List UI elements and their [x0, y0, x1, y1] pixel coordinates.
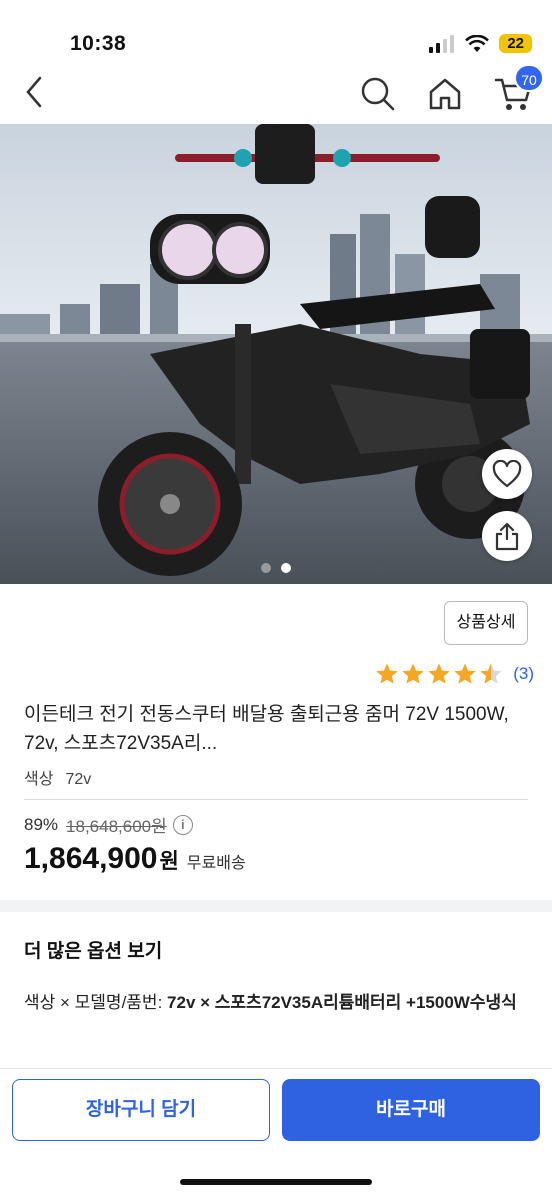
price-row: 1,864,900 원 무료배송 [24, 842, 246, 876]
option-summary[interactable]: 색상 × 모델명/품번: 72v × 스포츠72V35A리튬배터리 +1500W… [24, 988, 534, 1017]
search-button[interactable] [358, 74, 398, 114]
star-icon [376, 663, 398, 684]
search-icon [361, 77, 395, 111]
buy-now-button[interactable]: 바로구매 [282, 1079, 540, 1141]
home-button[interactable] [425, 74, 465, 114]
discount-row: 89% 18,648,600원 i [24, 812, 193, 837]
product-image-carousel[interactable] [0, 124, 552, 584]
option-summary-label: 색상 × 모델명/품번: [24, 993, 168, 1012]
home-indicator[interactable] [180, 1179, 372, 1185]
wifi-icon [465, 34, 490, 52]
status-time: 10:38 [70, 32, 127, 55]
option-summary-value: 72v × 스포츠72V35A리튬배터리 +1500W수냉식 [167, 993, 517, 1012]
discount-rate: 89% [24, 814, 59, 834]
currency-unit: 원 [159, 850, 179, 873]
divider [24, 799, 528, 800]
star-icon [428, 663, 450, 684]
star-icon [454, 663, 476, 684]
signal-icon [429, 34, 455, 53]
carousel-dot[interactable] [281, 563, 291, 573]
option-value: 72v [65, 771, 92, 788]
nav-bar: 70 [0, 62, 552, 124]
rating[interactable]: (3) [375, 662, 534, 686]
selected-option: 색상 72v [24, 765, 91, 789]
more-options-title[interactable]: 더 많은 옵션 보기 [24, 936, 162, 963]
add-to-cart-button[interactable]: 장바구니 담기 [12, 1079, 270, 1141]
product-image [0, 124, 552, 584]
star-icon [402, 663, 424, 684]
chevron-left-icon [26, 76, 42, 108]
status-icons: 22 [429, 34, 532, 53]
sale-price: 1,864,900 [24, 842, 158, 875]
shipping-info: 무료배송 [186, 855, 246, 872]
share-icon [495, 522, 519, 551]
share-button[interactable] [482, 511, 532, 561]
info-icon[interactable]: i [172, 814, 193, 835]
carousel-dot[interactable] [261, 563, 271, 573]
back-button[interactable] [18, 72, 54, 112]
like-button[interactable] [482, 449, 532, 499]
product-title: 이든테크 전기 전동스쿠터 배달용 출퇴근용 줌머 72V 1500W, 72v… [24, 704, 509, 754]
rating-count: (3) [513, 664, 534, 683]
section-divider [0, 900, 552, 912]
heart-icon [492, 460, 522, 488]
battery-indicator: 22 [499, 34, 532, 53]
home-icon [429, 78, 461, 110]
carousel-dots [0, 560, 552, 578]
bottom-action-bar: 장바구니 담기 바로구매 [0, 1068, 552, 1200]
cart-button[interactable]: 70 [492, 64, 544, 114]
status-bar: 10:38 22 [0, 0, 552, 60]
cart-count-badge: 70 [514, 64, 544, 92]
star-icon [480, 663, 502, 684]
option-label: 색상 [24, 771, 54, 788]
original-price: 18,648,600원 [66, 817, 167, 836]
rating-stars [375, 662, 503, 686]
product-detail-button[interactable]: 상품상세 [444, 601, 528, 645]
